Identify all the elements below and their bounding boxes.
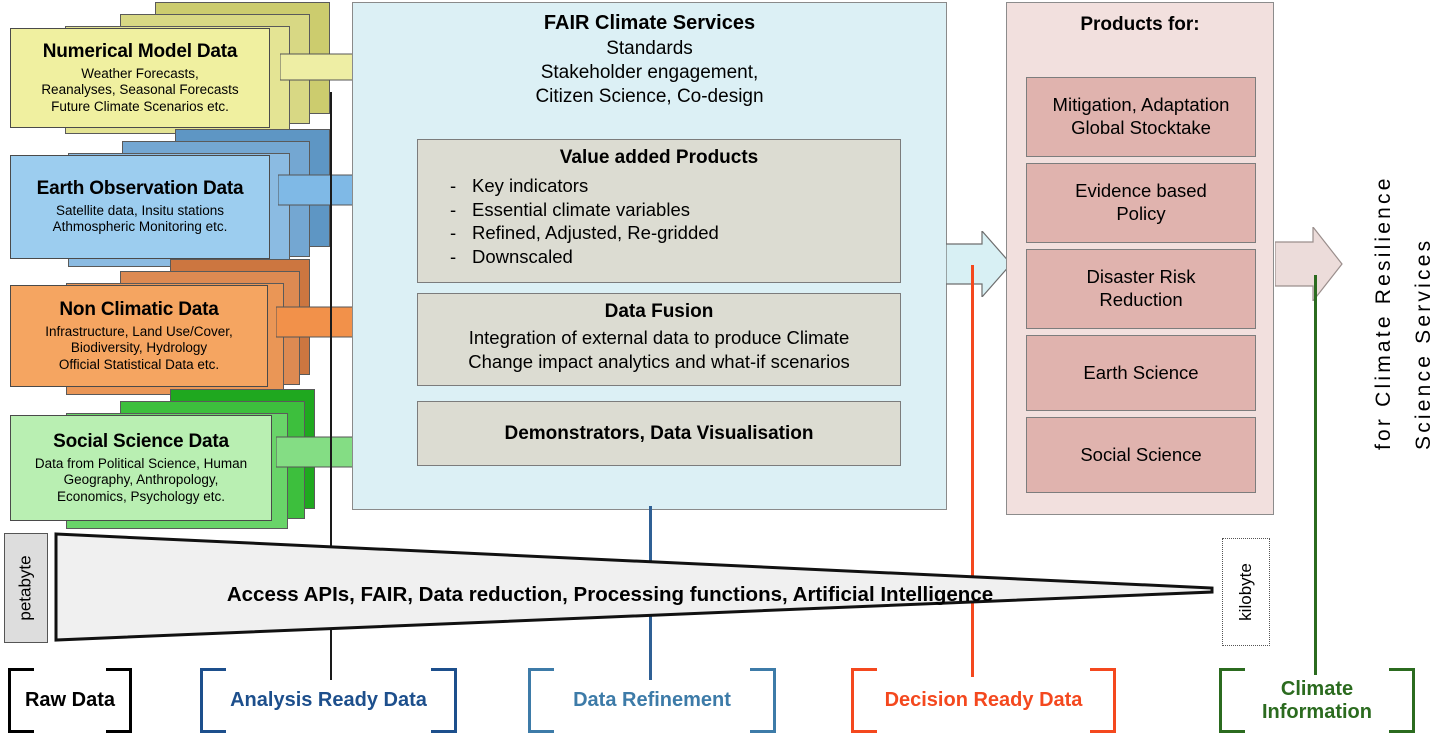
stage-label-text: Decision Ready Data: [884, 689, 1083, 711]
flow-arrow-products-to-outcome: [1275, 227, 1343, 301]
demonstrators-box[interactable]: Demonstrators, Data Visualisation: [417, 401, 901, 466]
bracket-right: [431, 668, 457, 733]
list-item: Essential climate variables: [446, 198, 900, 222]
source-card-subtitle: Satellite data, Insitu stations Athmosph…: [52, 202, 228, 235]
products-panel: Products for: Mitigation, Adaptation Glo…: [1006, 2, 1274, 515]
data-fusion-title: Data Fusion: [604, 301, 714, 322]
source-card-title: Non Climatic Data: [59, 298, 219, 320]
value-added-products-list: Key indicators Essential climate variabl…: [418, 174, 900, 269]
list-item: Downscaled: [446, 245, 900, 269]
product-item[interactable]: Mitigation, Adaptation Global Stocktake: [1026, 77, 1256, 157]
source-card[interactable]: Social Science Data Data from Political …: [10, 415, 272, 521]
flow-arrow-center-to-products: [946, 231, 1012, 297]
source-card-subtitle: Infrastructure, Land Use/Cover, Biodiver…: [45, 323, 233, 372]
source-card-title: Numerical Model Data: [42, 40, 238, 62]
product-item[interactable]: Earth Science: [1026, 335, 1256, 411]
source-card-title: Earth Observation Data: [36, 178, 244, 200]
kilobyte-label: kilobyte: [1236, 563, 1256, 621]
fair-climate-services-panel: FAIR Climate Services Standards Stakehol…: [352, 2, 947, 510]
center-panel-heading: FAIR Climate Services: [543, 12, 756, 34]
funnel-label: Access APIs, FAIR, Data reduction, Proce…: [226, 583, 994, 606]
connector-line-climate-information: [1314, 275, 1317, 675]
stage-label-text: Climate Information: [1262, 677, 1372, 723]
center-panel-line-1: Standards: [606, 37, 693, 59]
data-fusion-line-2: Change impact analytics and what-if scen…: [468, 350, 850, 372]
outcome-vertical-label: Science Services for Climate Resilience: [1350, 40, 1436, 460]
list-item: Refined, Adjusted, Re-gridded: [446, 221, 900, 245]
diagram-canvas: Numerical Model Data Weather Forecasts, …: [0, 0, 1437, 737]
petabyte-label: petabyte: [16, 555, 36, 621]
outcome-label-line-2: for Climate Resilience: [1372, 175, 1395, 450]
stage-label-analysis-ready-data[interactable]: Analysis Ready Data: [200, 668, 457, 733]
bracket-left: [200, 668, 226, 733]
center-panel-header: FAIR Climate Services Standards Stakehol…: [353, 11, 946, 110]
bracket-right: [750, 668, 776, 733]
value-added-products-box[interactable]: Value added Products Key indicators Esse…: [417, 139, 901, 283]
stage-label-text: Data Refinement: [573, 689, 731, 711]
data-fusion-box[interactable]: Data Fusion Integration of external data…: [417, 293, 901, 386]
source-card[interactable]: Earth Observation Data Satellite data, I…: [10, 155, 270, 259]
stage-label-text: Raw Data: [24, 689, 116, 711]
outcome-label-line-1: Science Services: [1412, 237, 1435, 450]
bracket-left: [528, 668, 554, 733]
demonstrators-title: Demonstrators, Data Visualisation: [504, 422, 814, 444]
source-card[interactable]: Non Climatic Data Infrastructure, Land U…: [10, 285, 268, 387]
data-fusion-line-1: Integration of external data to produce …: [468, 326, 850, 348]
product-item[interactable]: Social Science: [1026, 417, 1256, 493]
bracket-right: [1389, 668, 1415, 733]
bracket-left: [1219, 668, 1245, 733]
source-card-subtitle: Data from Political Science, Human Geogr…: [34, 455, 248, 504]
list-item: Key indicators: [446, 174, 900, 198]
stage-label-data-refinement[interactable]: Data Refinement: [528, 668, 776, 733]
source-card[interactable]: Numerical Model Data Weather Forecasts, …: [10, 28, 270, 128]
stage-label-decision-ready-data[interactable]: Decision Ready Data: [851, 668, 1116, 733]
petabyte-box: petabyte: [4, 533, 48, 643]
products-panel-heading: Products for:: [1080, 14, 1200, 35]
bracket-right: [1090, 668, 1116, 733]
source-card-title: Social Science Data: [53, 430, 229, 452]
center-panel-line-2: Stakeholder engagement,: [540, 61, 759, 83]
stage-label-text: Analysis Ready Data: [230, 689, 427, 711]
bracket-left: [851, 668, 877, 733]
value-added-products-title: Value added Products: [559, 147, 759, 168]
kilobyte-box: kilobyte: [1222, 538, 1270, 646]
center-panel-line-3: Citizen Science, Co-design: [535, 86, 764, 108]
source-card-subtitle: Weather Forecasts, Reanalyses, Seasonal …: [41, 65, 239, 114]
product-item[interactable]: Disaster Risk Reduction: [1026, 249, 1256, 329]
stage-label-climate-information[interactable]: Climate Information: [1219, 668, 1415, 733]
stage-label-raw-data[interactable]: Raw Data: [8, 668, 132, 733]
product-item[interactable]: Evidence based Policy: [1026, 163, 1256, 243]
